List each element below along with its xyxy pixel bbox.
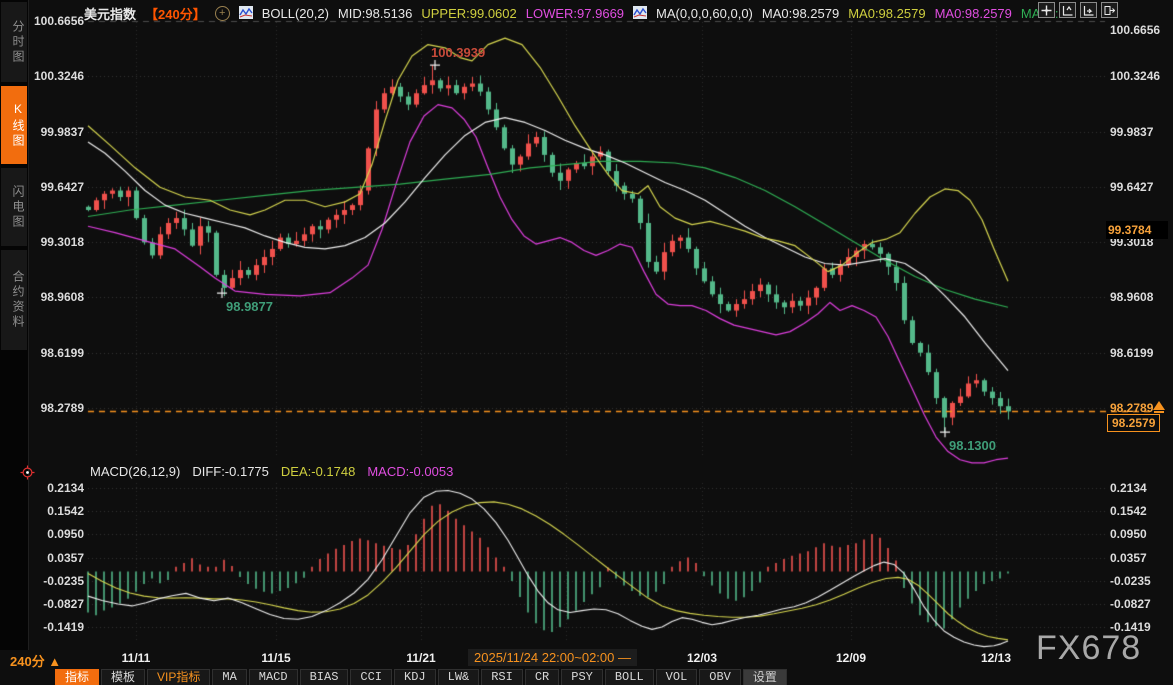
macd-axis-label: 0.0357	[34, 551, 84, 565]
price-label-left: 99.3018	[34, 235, 84, 249]
toolbar-button-模板[interactable]: 模板	[101, 669, 145, 685]
ma0-value-magenta: MA0:98.2579	[935, 6, 1012, 21]
extreme-price-label: 98.1300	[949, 438, 996, 453]
toolbar-button-VIP指标[interactable]: VIP指标	[147, 669, 210, 685]
price-label-right: 99.9837	[1110, 125, 1153, 139]
chart-type-sidebar: 分时图 K线图闪电图合约资料	[0, 0, 29, 650]
time-tick-label: 11/21	[406, 651, 435, 665]
trading-app-window: 分时图 K线图闪电图合约资料 美元指数 【240分】 + BOLL(20,2) M…	[0, 0, 1173, 685]
time-tick-label: 12/13	[981, 651, 1011, 665]
macd-axis-label: -0.0235	[34, 574, 84, 588]
macd-axis-label: -0.0827	[34, 597, 84, 611]
indicator-toolbar: 指标模板VIP指标MAMACDBIASCCIKDJLW&RSICRPSYBOLL…	[55, 669, 787, 685]
toolbar-button-CR[interactable]: CR	[525, 669, 559, 685]
time-tick-label: 12/09	[836, 651, 866, 665]
toolbar-button-CCI[interactable]: CCI	[350, 669, 392, 685]
period-switch-button[interactable]: 240分 ▲	[10, 651, 61, 670]
macd-header: MACD(26,12,9) DIFF:-0.1775 DEA:-0.1748 M…	[90, 464, 453, 479]
add-indicator-icon[interactable]: +	[215, 6, 230, 21]
toolbar-button-RSI[interactable]: RSI	[481, 669, 523, 685]
toolbar-button-指标[interactable]: 指标	[55, 669, 99, 685]
sidebar-tab-3[interactable]: 闪电图	[1, 168, 27, 246]
price-label-right: 98.2789	[1110, 401, 1153, 415]
macd-diff-value: DIFF:-0.1775	[192, 464, 269, 479]
current-price-box: 98.2579	[1107, 414, 1160, 432]
macd-axis-label: 0.2134	[1110, 481, 1147, 495]
toolbar-button-MACD[interactable]: MACD	[249, 669, 298, 685]
ma-params: MA(0,0,0,60,0,0)	[656, 6, 753, 21]
sidebar-tab-2[interactable]: K线图	[1, 86, 27, 164]
x-axis-scale-icon[interactable]	[1080, 2, 1097, 18]
macd-params: MACD(26,12,9)	[90, 464, 180, 479]
macd-axis-label: -0.0235	[1110, 574, 1151, 588]
price-label-left: 98.9608	[34, 290, 84, 304]
macd-axis-label: 0.1542	[1110, 504, 1147, 518]
macd-axis-label: -0.0827	[1110, 597, 1151, 611]
boll-indicator-icon[interactable]	[239, 6, 253, 22]
price-label-left: 98.6199	[34, 346, 84, 360]
y-axis-scale-icon[interactable]	[1059, 2, 1076, 18]
price-label-right: 100.3246	[1110, 69, 1160, 83]
chart-toolbuttons	[1038, 2, 1118, 18]
macd-axis-label: 0.0950	[34, 527, 84, 541]
period-label: 【240分】	[145, 4, 206, 23]
boll-upper-value: UPPER:99.0602	[421, 6, 516, 21]
alert-target-icon[interactable]	[20, 465, 35, 485]
toolbar-button-LW&[interactable]: LW&	[438, 669, 480, 685]
macd-axis-label: 0.1542	[34, 504, 84, 518]
macd-dea-value: DEA:-0.1748	[281, 464, 355, 479]
time-tick-label: 11/15	[261, 651, 290, 665]
macd-axis-label: 0.0950	[1110, 527, 1147, 541]
toolbar-button-PSY[interactable]: PSY	[561, 669, 603, 685]
macd-macd-value: MACD:-0.0053	[367, 464, 453, 479]
price-label-left: 100.3246	[34, 69, 84, 83]
toolbar-button-BIAS[interactable]: BIAS	[300, 669, 349, 685]
boll-params: BOLL(20,2)	[262, 6, 329, 21]
main-chart-canvas[interactable]	[0, 0, 1173, 685]
price-label-left: 99.9837	[34, 125, 84, 139]
boll-mid-value: MID:98.5136	[338, 6, 412, 21]
extreme-price-label: 100.3939	[431, 45, 485, 60]
ma0-value-yellow: MA0:98.2579	[848, 6, 925, 21]
jump-to-latest-icon[interactable]	[1153, 401, 1165, 410]
extreme-price-label: 98.9877	[226, 299, 273, 314]
boll-lower-value: LOWER:97.9669	[526, 6, 624, 21]
price-label-left: 99.6427	[34, 180, 84, 194]
toolbar-button-KDJ[interactable]: KDJ	[394, 669, 436, 685]
toolbar-button-设置[interactable]: 设置	[743, 669, 787, 685]
pan-tool-icon[interactable]	[1038, 2, 1055, 18]
indicator-header: 美元指数 【240分】 + BOLL(20,2) MID:98.5136 UPP…	[84, 4, 1066, 23]
reference-price-marker: 99.3784	[1106, 221, 1168, 239]
fx678-watermark: FX678	[1036, 629, 1141, 668]
price-label-left: 98.2789	[34, 401, 84, 415]
price-label-right: 100.6656	[1110, 23, 1160, 37]
symbol-name: 美元指数	[84, 4, 136, 23]
panel-expand-icon[interactable]	[1101, 2, 1118, 18]
macd-axis-label: 0.2134	[34, 481, 84, 495]
toolbar-button-MA[interactable]: MA	[212, 669, 246, 685]
time-tick-label: 11/11	[122, 651, 151, 665]
time-tick-label: 12/03	[687, 651, 717, 665]
ma0-value-white: MA0:98.2579	[762, 6, 839, 21]
macd-axis-label: 0.0357	[1110, 551, 1147, 565]
crosshair-date-label: 2025/11/24 22:00~02:00 —	[468, 649, 637, 666]
sidebar-tab-1[interactable]: 分时图	[1, 2, 27, 82]
toolbar-button-BOLL[interactable]: BOLL	[605, 669, 654, 685]
price-label-left: 100.6656	[34, 14, 84, 28]
sidebar-tab-4[interactable]: 合约资料	[1, 250, 27, 350]
toolbar-button-VOL[interactable]: VOL	[656, 669, 698, 685]
toolbar-button-OBV[interactable]: OBV	[699, 669, 741, 685]
price-label-right: 99.6427	[1110, 180, 1153, 194]
ma-indicator-icon[interactable]	[633, 6, 647, 22]
price-label-right: 98.6199	[1110, 346, 1153, 360]
macd-axis-label: -0.1419	[34, 620, 84, 634]
price-label-right: 98.9608	[1110, 290, 1153, 304]
